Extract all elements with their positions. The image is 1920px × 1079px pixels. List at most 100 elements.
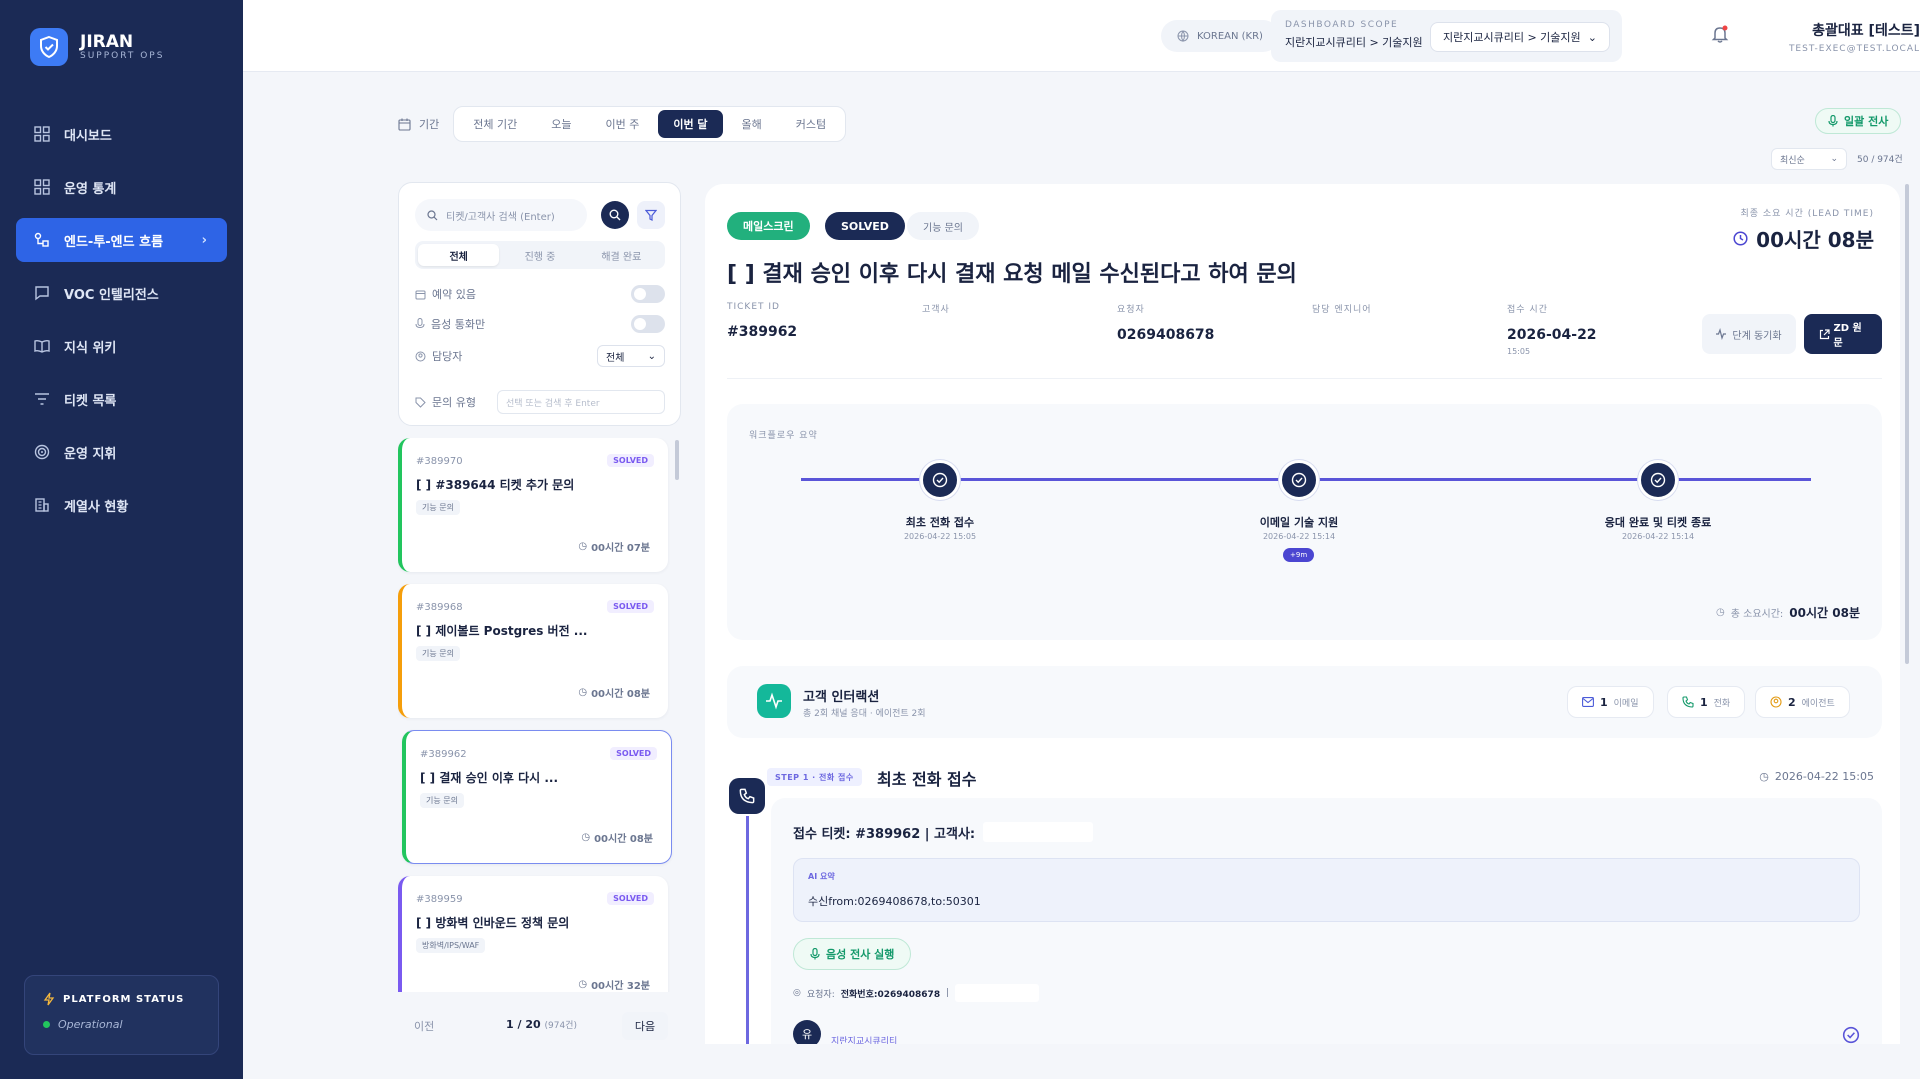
ticket-id: #389959 [416, 894, 463, 905]
tab-period-all[interactable]: 전체 기간 [458, 110, 532, 138]
agent-icon [1770, 696, 1782, 708]
sidebar-item-stats[interactable]: 운영 통계 [16, 165, 227, 209]
step-card: 접수 티켓: #389962 | 고객사: AI 요약 수신from:02694… [771, 798, 1882, 1044]
workflow-step-title: 최초 전화 접수 [905, 516, 975, 529]
workflow-total-value: 00시간 08분 [1789, 606, 1860, 620]
run-transcription-button[interactable]: 음성 전사 실행 [793, 938, 912, 970]
ticket-card[interactable]: #389968 SOLVED [ ] 제이볼트 Postgres 버전 ... … [398, 584, 668, 718]
step-timeline-line [746, 816, 749, 1044]
search-button[interactable] [601, 201, 629, 229]
bell-icon [1711, 25, 1729, 43]
filter-button[interactable] [637, 201, 665, 229]
interaction-title: 고객 인터랙션 [803, 690, 880, 705]
period-tabs: 전체 기간 오늘 이번 주 이번 달 올해 커스텀 [453, 106, 847, 142]
ticket-title: [ ] #389644 티켓 추가 문의 [416, 478, 575, 492]
segment-all[interactable]: 전체 [418, 244, 500, 266]
bulk-transcribe-button[interactable]: 일괄 전사 [1815, 108, 1902, 134]
workflow-step-3[interactable] [1638, 460, 1678, 500]
detail-scrollbar[interactable] [1905, 184, 1909, 664]
sidebar: JIRAN SUPPORT OPS 대시보드 운영 통계 엔드-투-엔드 흐름 … [0, 0, 243, 1079]
step-title: 최초 전화 접수 [877, 770, 977, 789]
call-count-chip[interactable]: 1 전화 [1667, 686, 1746, 718]
tab-period-year[interactable]: 올해 [727, 110, 777, 138]
workflow-step-title: 응대 완료 및 티켓 종료 [1604, 516, 1712, 529]
step-requester: ◎ 요청자: 전화번호:0269408678 | [793, 984, 1040, 1002]
scope-select[interactable]: 지란지교시큐리티 > 기술지원 ⌄ [1430, 22, 1610, 52]
workflow-step-1[interactable] [920, 460, 960, 500]
sidebar-item-end-to-end[interactable]: 엔드-투-엔드 흐름 › [16, 218, 227, 262]
call-label: 전화 [1713, 698, 1731, 709]
sort-select[interactable]: 최신순 ⌄ [1771, 148, 1847, 170]
ticket-tag: 방화벽/IPS/WAF [416, 938, 486, 953]
sidebar-item-label: 엔드-투-엔드 흐름 [64, 234, 164, 250]
activity-icon [1716, 328, 1726, 340]
prev-page-button[interactable]: 이전 [414, 1018, 434, 1034]
page-info: 1 / 20 (974건) [506, 1018, 577, 1031]
separator: | [946, 988, 950, 998]
zendesk-original-button[interactable]: ZD 원문 [1804, 314, 1882, 354]
search-input[interactable]: 티켓/고객사 검색 (Enter) [415, 199, 587, 231]
brand[interactable]: JIRAN SUPPORT OPS [30, 28, 164, 66]
agent-count-chip[interactable]: 2 에이전트 [1755, 686, 1850, 718]
page-number: 1 / 20 [506, 1018, 541, 1031]
assignee-select[interactable]: 전체 ⌄ [597, 345, 665, 367]
type-input[interactable]: 선택 또는 검색 후 Enter [497, 390, 665, 414]
segment-in-progress[interactable]: 진행 중 [499, 244, 580, 266]
pulse-icon [757, 684, 791, 718]
assignee-label: 담당자 [432, 350, 463, 363]
customer-interaction: 고객 인터랙션 총 2회 채널 응대 · 에이전트 2회 1 이메일 1 전화 … [727, 666, 1882, 738]
language-selector[interactable]: KOREAN (KR) [1161, 20, 1279, 52]
chat-icon [35, 286, 49, 301]
ticket-time-value: 00시간 32분 [591, 981, 650, 992]
ticket-card-selected[interactable]: #389962 SOLVED [ ] 결재 승인 이후 다시 ... 기능 문의… [402, 730, 672, 864]
ticket-detail: 메일스크린 SOLVED 기능 문의 최종 소요 시간 (LEAD TIME) … [705, 184, 1900, 1044]
ticket-card[interactable]: #389959 SOLVED [ ] 방화벽 인바운드 정책 문의 방화벽/IP… [398, 876, 668, 992]
workflow-step-2[interactable] [1279, 460, 1319, 500]
sync-steps-label: 단계 동기화 [1732, 330, 1782, 342]
user-profile[interactable]: 총괄대표 [테스트] TEST-EXEC@TEST.LOCAL [1780, 20, 1920, 54]
tab-period-today[interactable]: 오늘 [536, 110, 586, 138]
meta-sub: 15:05 [1507, 347, 1531, 356]
sidebar-item-wiki[interactable]: 지식 위키 [16, 324, 227, 368]
sidebar-item-tickets[interactable]: 티켓 목록 [16, 377, 227, 421]
meta-label: 접수 시간 [1507, 305, 1548, 315]
step-date: ◷ 2026-04-22 15:05 [1759, 770, 1874, 783]
type-filter: 문의 유형 선택 또는 검색 후 Enter [415, 390, 665, 414]
sidebar-item-affiliates[interactable]: 계열사 현황 [16, 483, 227, 527]
requester-value: 전화번호:0269408678 [840, 989, 941, 1000]
ticket-title: [ ] 방화벽 인바운드 정책 문의 [416, 916, 570, 930]
ticket-card[interactable]: #389970 SOLVED [ ] #389644 티켓 추가 문의 기능 문… [398, 438, 668, 572]
tab-period-week[interactable]: 이번 주 [590, 110, 654, 138]
step-date-value: 2026-04-22 15:05 [1774, 770, 1874, 783]
voice-toggle[interactable] [631, 315, 665, 333]
interaction-subtitle: 총 2회 채널 응대 · 에이전트 2회 [803, 709, 926, 719]
mic-icon [810, 948, 820, 960]
pagination: 이전 1 / 20 (974건) 다음 [398, 1012, 680, 1040]
sidebar-item-voc[interactable]: VOC 인텔리전스 [16, 271, 227, 315]
ticket-id: #389962 [420, 749, 467, 760]
sidebar-item-dashboard[interactable]: 대시보드 [16, 112, 227, 156]
sidebar-item-command[interactable]: 운영 지휘 [16, 430, 227, 474]
sidebar-item-label: 계열사 현황 [64, 499, 129, 515]
segment-resolved[interactable]: 해결 완료 [581, 244, 662, 266]
tab-period-custom[interactable]: 커스텀 [781, 110, 841, 138]
bolt-icon [43, 992, 55, 1006]
ticket-time-value: 00시간 08분 [594, 834, 653, 845]
ticket-list-scrollbar[interactable] [675, 440, 679, 480]
reserve-toggle[interactable] [631, 285, 665, 303]
avatar-name: 지란지교시큐리티 [831, 1037, 898, 1044]
status-badge: SOLVED [607, 892, 654, 905]
brand-name: JIRAN [80, 32, 134, 52]
meta-label: 요청자 [1117, 305, 1145, 315]
meta-label: TICKET ID [727, 302, 780, 312]
check-circle-icon[interactable] [1842, 1026, 1860, 1044]
tab-period-month[interactable]: 이번 달 [658, 110, 723, 138]
dashboard-scope: DASHBOARD SCOPE 지란지교시큐리티 > 기술지원 지란지교시큐리티… [1271, 10, 1622, 62]
next-page-button[interactable]: 다음 [622, 1012, 668, 1040]
notification-bell[interactable] [1710, 24, 1730, 47]
status-dot-icon [43, 1021, 50, 1028]
grid-icon [34, 126, 50, 142]
flow-icon [34, 232, 49, 247]
sync-steps-button[interactable]: 단계 동기화 [1702, 314, 1796, 354]
email-count-chip[interactable]: 1 이메일 [1567, 686, 1654, 718]
